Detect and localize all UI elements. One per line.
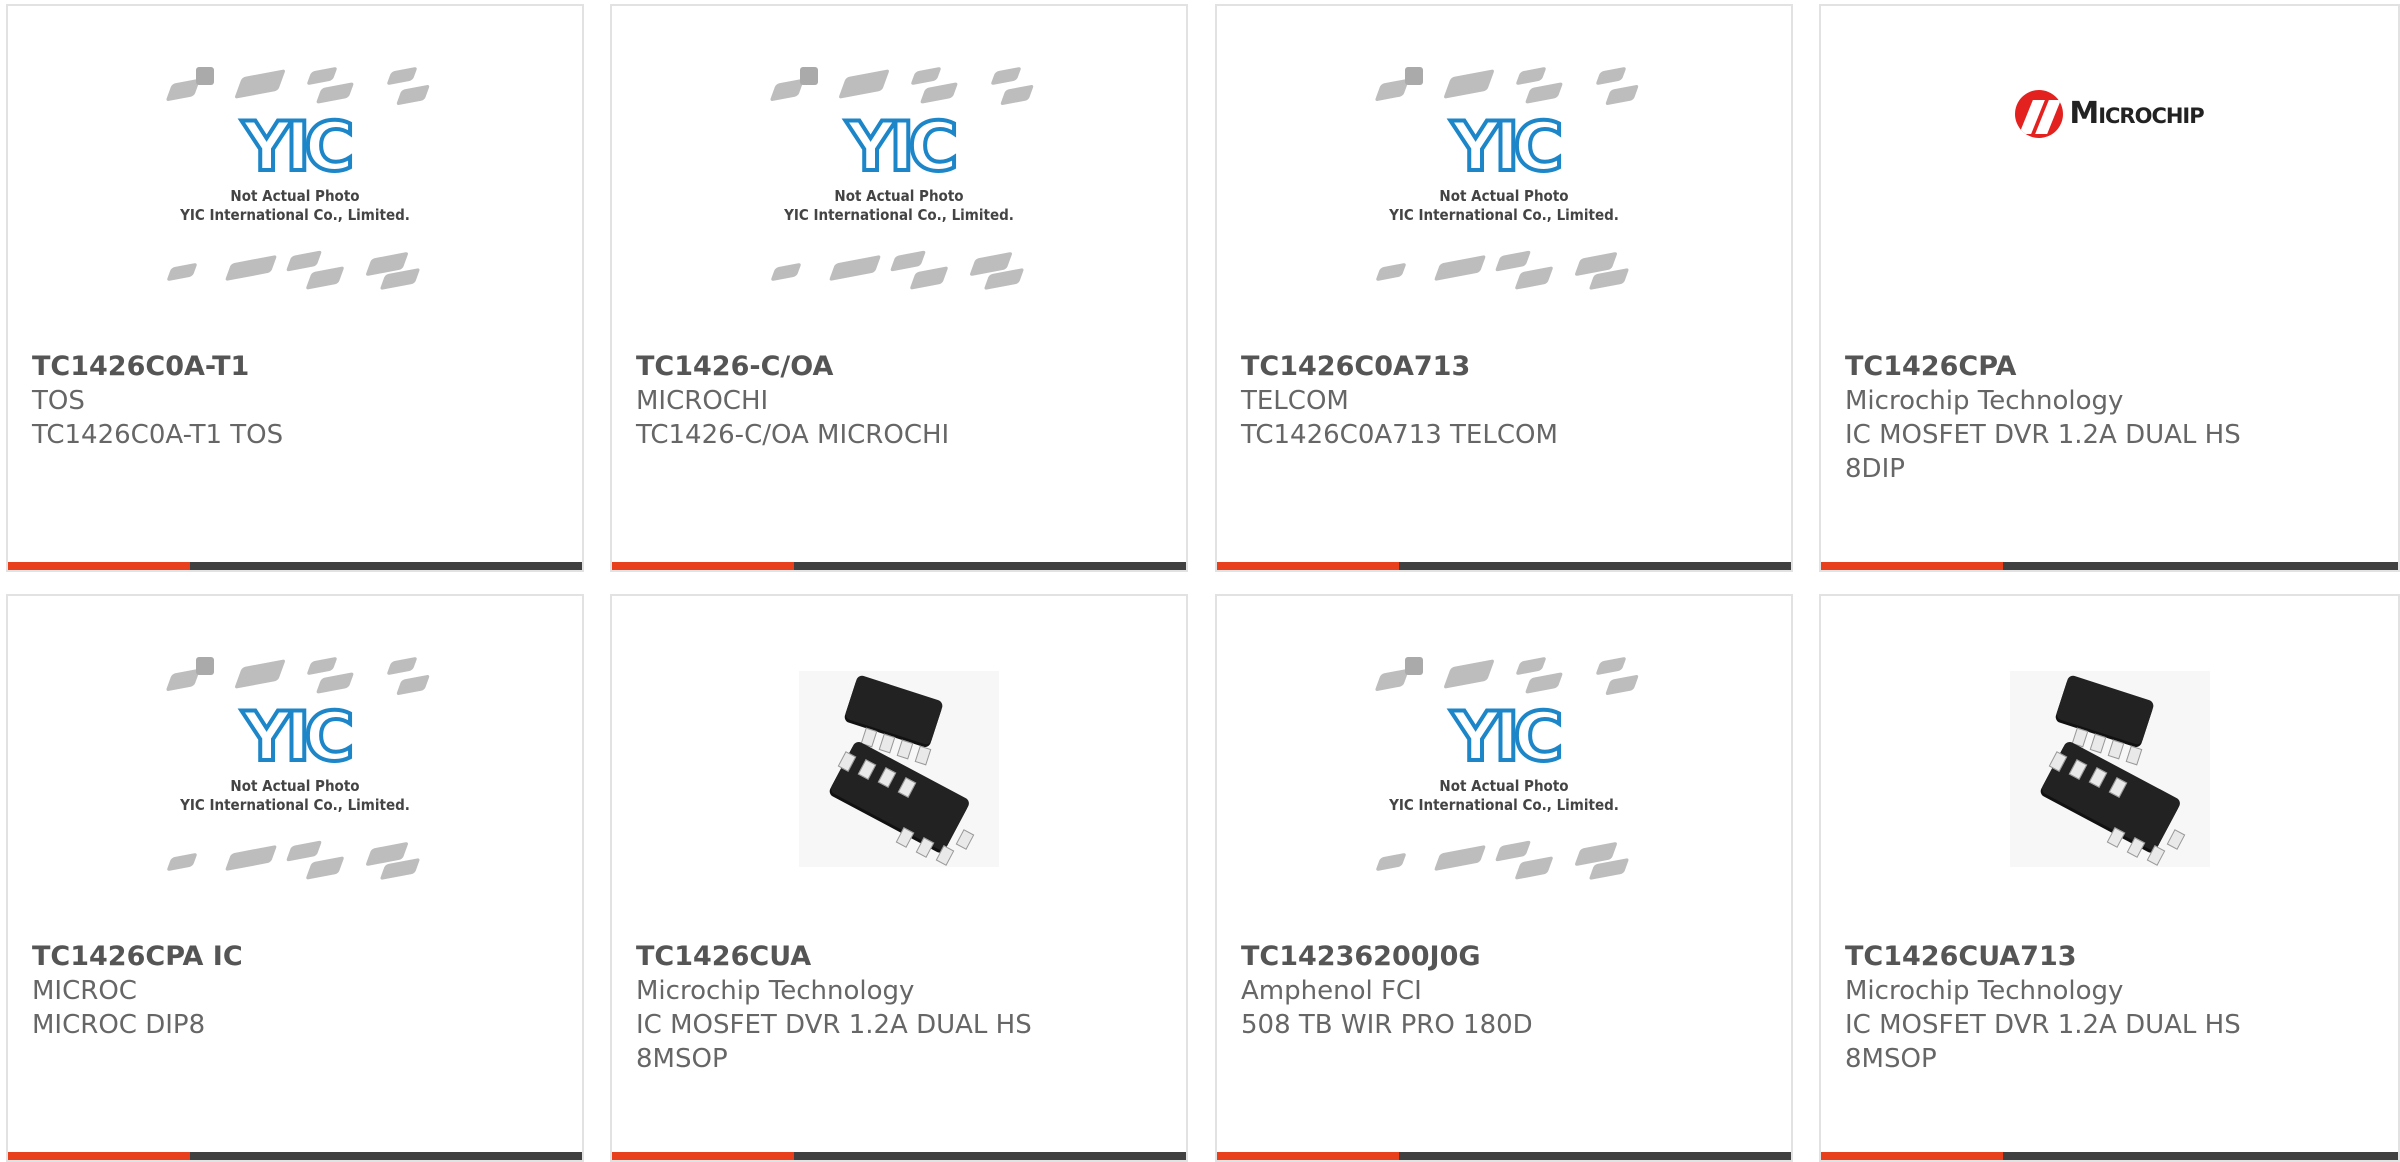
product-card[interactable]: YIC Not Actual Photo YIC International C… bbox=[6, 4, 584, 572]
placeholder-caption-1: Not Actual Photo bbox=[1439, 186, 1569, 205]
microchip-logo: Microchip bbox=[2015, 89, 2205, 138]
yic-placeholder-image: YIC Not Actual Photo YIC International C… bbox=[160, 649, 431, 889]
description: IC MOSFET DVR 1.2A DUAL HS 8DIP bbox=[1845, 420, 2241, 484]
placeholder-caption-1: Not Actual Photo bbox=[834, 186, 964, 205]
product-card[interactable]: YIC Not Actual Photo YIC International C… bbox=[6, 594, 584, 1162]
part-number[interactable]: TC1426C0A713 bbox=[1241, 350, 1767, 384]
yic-logo: YIC bbox=[240, 107, 356, 187]
placeholder-caption-2: YIC International Co., Limited. bbox=[784, 205, 1014, 224]
product-card[interactable]: YIC Not Actual Photo YIC International C… bbox=[1215, 4, 1793, 572]
yic-logo: YIC bbox=[1449, 107, 1565, 187]
product-image bbox=[1821, 596, 2398, 941]
card-bottom-bar bbox=[1217, 562, 1791, 570]
product-info: TC1426C0A-T1 TOS TC1426C0A-T1 TOS bbox=[32, 350, 558, 452]
yic-placeholder-image: YIC Not Actual Photo YIC International C… bbox=[1369, 649, 1640, 889]
placeholder-caption-2: YIC International Co., Limited. bbox=[180, 205, 410, 224]
placeholder-caption-1: Not Actual Photo bbox=[1439, 776, 1569, 795]
card-bottom-bar bbox=[612, 562, 1186, 570]
product-info: TC1426CPA IC MICROC MICROC DIP8 bbox=[32, 940, 558, 1042]
card-bottom-bar bbox=[1217, 1152, 1791, 1160]
card-bottom-bar bbox=[1821, 562, 2398, 570]
part-number[interactable]: TC1426CPA IC bbox=[32, 940, 558, 974]
placeholder-caption-2: YIC International Co., Limited. bbox=[1389, 205, 1619, 224]
placeholder-caption-1: Not Actual Photo bbox=[230, 186, 360, 205]
product-info: TC1426C0A713 TELCOM TC1426C0A713 TELCOM bbox=[1241, 350, 1767, 452]
product-image: Microchip bbox=[1821, 6, 2398, 351]
manufacturer: Microchip Technology bbox=[636, 976, 915, 1006]
yic-placeholder-image: YIC Not Actual Photo YIC International C… bbox=[1369, 59, 1640, 299]
manufacturer: Microchip Technology bbox=[1845, 386, 2124, 416]
yic-placeholder-image: YIC Not Actual Photo YIC International C… bbox=[160, 59, 431, 299]
description: 508 TB WIR PRO 180D bbox=[1241, 1010, 1533, 1040]
product-image: YIC Not Actual Photo YIC International C… bbox=[612, 6, 1186, 351]
product-info: TC1426-C/OA MICROCHI TC1426-C/OA MICROCH… bbox=[636, 350, 1162, 452]
yic-logo: YIC bbox=[240, 697, 356, 777]
microchip-logo-icon bbox=[2015, 89, 2064, 138]
description: IC MOSFET DVR 1.2A DUAL HS 8MSOP bbox=[1845, 1010, 2241, 1074]
product-image bbox=[612, 596, 1186, 941]
part-number[interactable]: TC1426CPA bbox=[1845, 350, 2374, 384]
description: TC1426C0A713 TELCOM bbox=[1241, 420, 1558, 450]
part-number[interactable]: TC1426-C/OA bbox=[636, 350, 1162, 384]
placeholder-caption-2: YIC International Co., Limited. bbox=[1389, 795, 1619, 814]
description: MICROC DIP8 bbox=[32, 1010, 206, 1040]
msop-chip-image bbox=[799, 670, 999, 867]
product-image: YIC Not Actual Photo YIC International C… bbox=[8, 6, 582, 351]
part-number[interactable]: TC1426CUA bbox=[636, 940, 1162, 974]
manufacturer: MICROCHI bbox=[636, 386, 769, 416]
card-bottom-bar bbox=[1821, 1152, 2398, 1160]
product-image: YIC Not Actual Photo YIC International C… bbox=[1217, 596, 1791, 941]
manufacturer: TELCOM bbox=[1241, 386, 1349, 416]
product-card[interactable]: YIC Not Actual Photo YIC International C… bbox=[610, 4, 1188, 572]
product-info: TC14236200J0G Amphenol FCI 508 TB WIR PR… bbox=[1241, 940, 1767, 1042]
product-info: TC1426CUA Microchip Technology IC MOSFET… bbox=[636, 940, 1162, 1076]
product-card[interactable]: Microchip TC1426CPA Microchip Technology… bbox=[1819, 4, 2400, 572]
msop-chip-image bbox=[2009, 670, 2210, 867]
manufacturer: Amphenol FCI bbox=[1241, 976, 1422, 1006]
card-bottom-bar bbox=[612, 1152, 1186, 1160]
manufacturer: TOS bbox=[32, 386, 85, 416]
microchip-logo-text: Microchip bbox=[2069, 96, 2204, 131]
card-bottom-bar bbox=[8, 1152, 582, 1160]
part-number[interactable]: TC1426C0A-T1 bbox=[32, 350, 558, 384]
product-image: YIC Not Actual Photo YIC International C… bbox=[8, 596, 582, 941]
yic-logo: YIC bbox=[1449, 697, 1565, 777]
product-info: TC1426CUA713 Microchip Technology IC MOS… bbox=[1845, 940, 2374, 1076]
card-bottom-bar bbox=[8, 562, 582, 570]
product-card[interactable]: YIC Not Actual Photo YIC International C… bbox=[1215, 594, 1793, 1162]
manufacturer: Microchip Technology bbox=[1845, 976, 2124, 1006]
part-number[interactable]: TC14236200J0G bbox=[1241, 940, 1767, 974]
yic-placeholder-image: YIC Not Actual Photo YIC International C… bbox=[764, 59, 1035, 299]
placeholder-caption-2: YIC International Co., Limited. bbox=[180, 795, 410, 814]
placeholder-caption-1: Not Actual Photo bbox=[230, 776, 360, 795]
product-image: YIC Not Actual Photo YIC International C… bbox=[1217, 6, 1791, 351]
product-card[interactable]: TC1426CUA713 Microchip Technology IC MOS… bbox=[1819, 594, 2400, 1162]
product-info: TC1426CPA Microchip Technology IC MOSFET… bbox=[1845, 350, 2374, 486]
description: IC MOSFET DVR 1.2A DUAL HS 8MSOP bbox=[636, 1010, 1032, 1074]
description: TC1426-C/OA MICROCHI bbox=[636, 420, 950, 450]
manufacturer: MICROC bbox=[32, 976, 137, 1006]
description: TC1426C0A-T1 TOS bbox=[32, 420, 284, 450]
product-grid: YIC Not Actual Photo YIC International C… bbox=[0, 0, 2400, 1162]
yic-logo: YIC bbox=[844, 107, 960, 187]
product-card[interactable]: TC1426CUA Microchip Technology IC MOSFET… bbox=[610, 594, 1188, 1162]
part-number[interactable]: TC1426CUA713 bbox=[1845, 940, 2374, 974]
